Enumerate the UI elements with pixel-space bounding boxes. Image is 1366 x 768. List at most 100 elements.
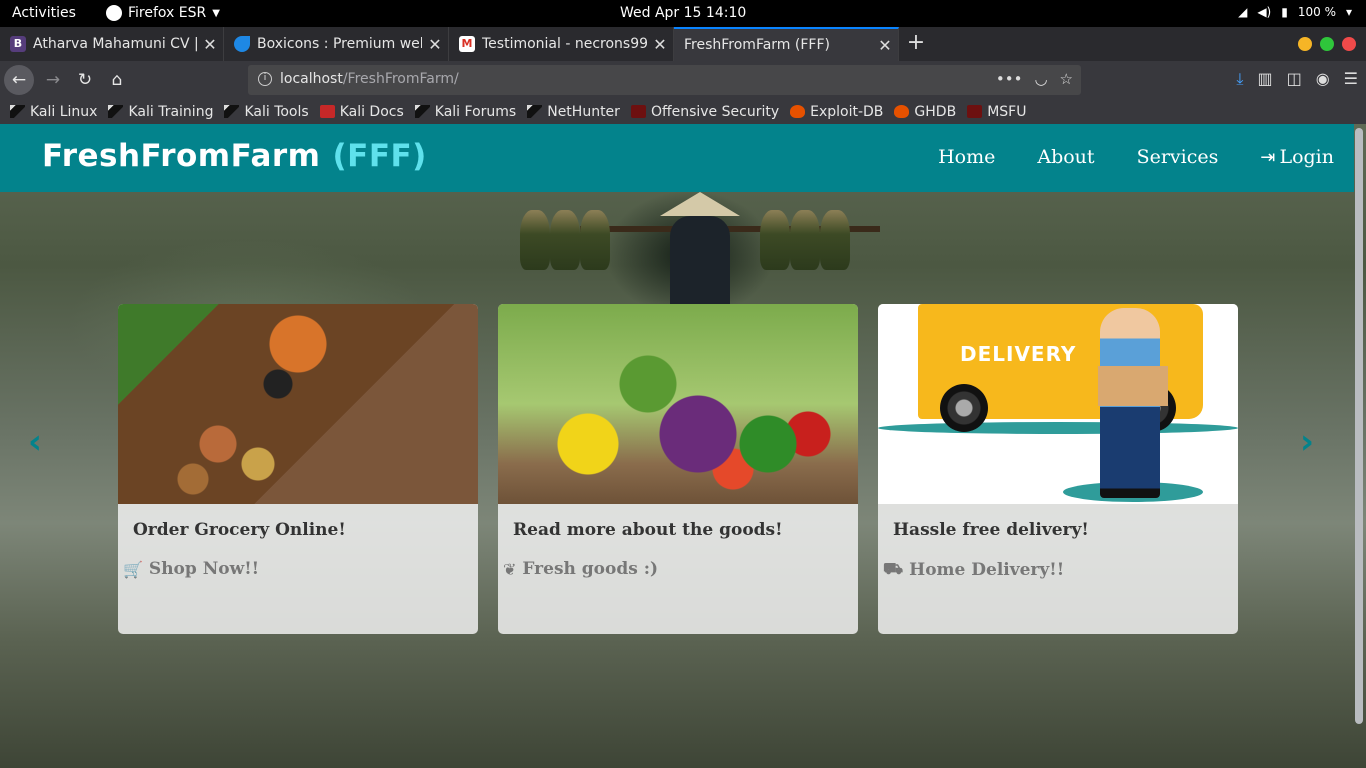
card-link[interactable]: 🛒 Shop Now!! bbox=[123, 559, 259, 579]
card-link[interactable]: ⛟ Home Delivery!! bbox=[883, 559, 1064, 580]
pocket-icon[interactable]: ◡ bbox=[1034, 70, 1047, 88]
bootstrap-favicon-icon: B bbox=[10, 36, 26, 52]
bookmark-label: NetHunter bbox=[547, 103, 620, 120]
maximize-button[interactable] bbox=[1320, 37, 1334, 51]
home-button[interactable]: ⌂ bbox=[102, 65, 132, 95]
reload-button[interactable]: ↻ bbox=[70, 65, 100, 95]
bookmark-msfu[interactable]: MSFU bbox=[967, 104, 1026, 120]
battery-icon: ▮ bbox=[1281, 5, 1288, 19]
card-goods[interactable]: Read more about the goods! ❦ Fresh goods… bbox=[498, 304, 858, 634]
card-link[interactable]: ❦ Fresh goods :) bbox=[503, 559, 658, 579]
card-link-label: Fresh goods :) bbox=[522, 559, 659, 579]
back-button[interactable]: ← bbox=[4, 65, 34, 95]
tab-freshfromfarm[interactable]: FreshFromFarm (FFF) ✕ bbox=[674, 27, 899, 61]
brand-abbr: (FFF) bbox=[332, 138, 427, 174]
chevron-down-icon: ▾ bbox=[1345, 5, 1352, 19]
tab-boxicons[interactable]: Boxicons : Premium web ✕ bbox=[224, 27, 449, 61]
bookmark-label: Exploit-DB bbox=[810, 103, 884, 120]
close-icon[interactable]: ✕ bbox=[197, 35, 223, 54]
kali-dragon-icon bbox=[10, 105, 25, 118]
nav-home[interactable]: Home bbox=[938, 146, 995, 168]
kali-dragon-icon bbox=[414, 105, 430, 118]
vegetables-image bbox=[498, 304, 858, 504]
bookmark-label: Kali Forums bbox=[434, 103, 517, 120]
offsec-icon bbox=[630, 105, 646, 118]
nav-login-label: Login bbox=[1279, 146, 1334, 168]
bookmark-kali-linux[interactable]: Kali Linux bbox=[10, 104, 97, 120]
bookmark-offensive-security[interactable]: Offensive Security bbox=[630, 103, 780, 120]
ghdb-icon bbox=[894, 105, 910, 118]
carousel-next-button[interactable]: › bbox=[1300, 422, 1314, 462]
site-info-icon[interactable]: i bbox=[258, 72, 272, 86]
bookmark-kali-forums[interactable]: Kali Forums bbox=[414, 103, 517, 120]
tab-label: Boxicons : Premium web bbox=[257, 36, 422, 52]
msfu-icon bbox=[967, 105, 983, 118]
account-icon[interactable]: ◉ bbox=[1316, 69, 1330, 89]
delivery-image-text: DELIVERY bbox=[960, 342, 1077, 366]
nav-services[interactable]: Services bbox=[1137, 146, 1219, 168]
bookmark-star-icon[interactable]: ☆ bbox=[1060, 70, 1073, 88]
bookmark-kali-tools[interactable]: Kali Tools bbox=[224, 103, 309, 120]
bookmark-label: Kali Training bbox=[128, 103, 214, 120]
close-icon[interactable]: ✕ bbox=[422, 35, 448, 54]
card-delivery[interactable]: DELIVERY Hassle free delivery! ⛟ Home De… bbox=[878, 304, 1238, 634]
delivery-image: DELIVERY bbox=[878, 304, 1238, 504]
wifi-icon: ◢ bbox=[1238, 5, 1248, 19]
system-status-area[interactable]: ◢ ◀) ▮ 100 % ▾ bbox=[1238, 5, 1352, 19]
kali-dragon-icon bbox=[527, 105, 543, 118]
app-menu-label: Firefox ESR bbox=[128, 5, 207, 21]
truck-icon: ⛟ bbox=[883, 559, 904, 578]
bookmark-label: Kali Linux bbox=[30, 103, 98, 120]
window-controls bbox=[1298, 37, 1356, 51]
grocery-image bbox=[118, 304, 478, 504]
bookmark-nethunter[interactable]: NetHunter bbox=[527, 104, 620, 120]
url-host: localhost bbox=[280, 71, 343, 87]
tab-testimonial[interactable]: M Testimonial - necrons99 ✕ bbox=[449, 27, 674, 61]
download-icon[interactable]: ⤓ bbox=[1236, 69, 1243, 89]
clock[interactable]: Wed Apr 15 14:10 bbox=[620, 5, 746, 21]
bookmark-ghdb[interactable]: GHDB bbox=[894, 104, 956, 120]
bookmark-kali-docs[interactable]: Kali Docs bbox=[319, 104, 404, 120]
minimize-button[interactable] bbox=[1298, 37, 1312, 51]
tab-label: FreshFromFarm (FFF) bbox=[684, 37, 830, 53]
card-title: Hassle free delivery! bbox=[893, 520, 1089, 540]
forward-button[interactable]: → bbox=[38, 65, 68, 95]
nav-about[interactable]: About bbox=[1037, 146, 1094, 168]
address-bar[interactable]: i localhost/FreshFromFarm/ ••• ◡ ☆ bbox=[248, 65, 1081, 95]
library-icon[interactable]: ▥ bbox=[1257, 69, 1272, 89]
volume-icon: ◀) bbox=[1257, 5, 1272, 19]
close-window-button[interactable] bbox=[1342, 37, 1356, 51]
menu-hamburger-icon[interactable]: ☰ bbox=[1344, 69, 1358, 89]
page-viewport: FreshFromFarm (FFF) Home About Services ⇥… bbox=[0, 124, 1366, 768]
site-logo[interactable]: FreshFromFarm (FFF) bbox=[42, 138, 427, 174]
url-text[interactable]: localhost/FreshFromFarm/ bbox=[280, 71, 459, 87]
nav-login[interactable]: ⇥ Login bbox=[1260, 146, 1334, 168]
login-icon: ⇥ bbox=[1260, 146, 1276, 168]
page-actions-icon[interactable]: ••• bbox=[996, 70, 1023, 88]
activities-button[interactable]: Activities bbox=[12, 5, 76, 21]
hero-background-farmer bbox=[520, 192, 880, 307]
card-title: Order Grocery Online! bbox=[133, 520, 346, 540]
bookmark-exploit-db[interactable]: Exploit-DB bbox=[790, 104, 883, 120]
bookmark-label: Offensive Security bbox=[650, 103, 780, 120]
bookmark-label: Kali Tools bbox=[244, 103, 309, 120]
gmail-favicon-icon: M bbox=[459, 36, 475, 52]
kali-dragon-icon bbox=[108, 105, 124, 118]
sidebar-icon[interactable]: ◫ bbox=[1287, 69, 1302, 89]
close-icon[interactable]: ✕ bbox=[647, 35, 673, 54]
new-tab-button[interactable]: + bbox=[903, 30, 929, 58]
card-grocery[interactable]: Order Grocery Online! 🛒 Shop Now!! bbox=[118, 304, 478, 634]
page-scrollbar[interactable] bbox=[1355, 128, 1363, 724]
bookmarks-toolbar: Kali Linux Kali Training Kali Tools Kali… bbox=[0, 99, 1366, 124]
close-icon[interactable]: ✕ bbox=[872, 36, 898, 55]
bookmark-label: GHDB bbox=[914, 103, 957, 120]
system-top-bar: Activities Firefox ESR ▼ Wed Apr 15 14:1… bbox=[0, 0, 1366, 27]
kali-dragon-icon bbox=[224, 105, 240, 118]
carousel-prev-button[interactable]: ‹ bbox=[28, 422, 42, 462]
bookmark-kali-training[interactable]: Kali Training bbox=[108, 104, 213, 120]
card-link-label: Shop Now!! bbox=[148, 559, 260, 579]
tab-cv[interactable]: B Atharva Mahamuni CV | F ✕ bbox=[0, 27, 224, 61]
boxicons-favicon-icon bbox=[234, 36, 250, 52]
app-menu[interactable]: Firefox ESR ▼ bbox=[106, 5, 220, 21]
navigation-toolbar: ← → ↻ ⌂ i localhost/FreshFromFarm/ ••• ◡… bbox=[0, 61, 1366, 99]
